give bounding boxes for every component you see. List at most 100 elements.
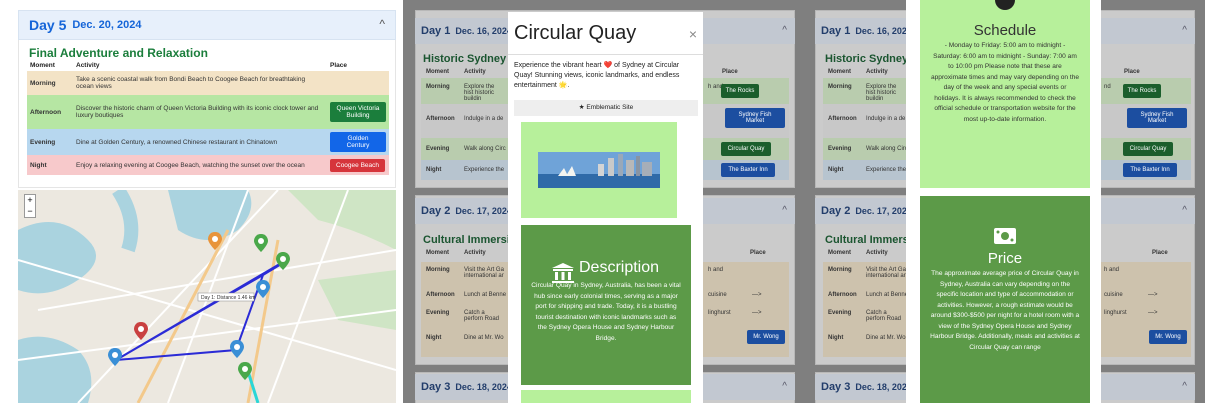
- place-button[interactable]: Mr. Wong: [1149, 330, 1187, 344]
- moment-label: Morning: [828, 267, 852, 273]
- place-button[interactable]: Mr. Wong: [747, 330, 785, 344]
- activity-text: Explore the hist historic buildin: [464, 84, 495, 102]
- schedule-text: - Monday to Friday: 5:00 am to midnight …: [930, 42, 1080, 123]
- clock-icon: [995, 0, 1015, 10]
- day-title: Day 1: [421, 25, 451, 37]
- col-moment: Moment: [30, 62, 55, 69]
- place-button[interactable]: The Baxter Inn: [1123, 163, 1177, 177]
- day-title: Day 5: [29, 17, 67, 33]
- moment-label: Morning: [828, 84, 852, 90]
- col-activity: Activity: [866, 69, 888, 75]
- moment-label: Evening: [426, 146, 450, 152]
- chevron-up-icon[interactable]: ^: [1182, 25, 1187, 36]
- itinerary-panel: Day 5 Dec. 20, 2024 ^ Final Adventure an…: [0, 0, 403, 403]
- place-button[interactable]: Circular Quay: [1123, 142, 1173, 156]
- place-button[interactable]: The Baxter Inn: [721, 163, 775, 177]
- description-card: Description Circular Quay in Sydney, Aus…: [521, 225, 691, 385]
- activity-text: Lunch at Benne: [866, 292, 909, 298]
- arrow-text: —>: [752, 310, 762, 316]
- place-button[interactable]: The Rocks: [721, 84, 759, 98]
- day-theme: Cultural Immersio: [423, 234, 517, 246]
- chevron-up-icon[interactable]: ^: [782, 25, 787, 36]
- place-modal: Circular Quay × Experience the vibrant h…: [508, 12, 703, 403]
- map-marker-icon[interactable]: [208, 232, 222, 250]
- map-marker-icon[interactable]: [238, 362, 252, 380]
- col-moment: Moment: [828, 69, 851, 75]
- moment-label: Afternoon: [828, 292, 857, 298]
- modal-title: Circular Quay: [514, 22, 637, 44]
- moment-label: Morning: [426, 84, 450, 90]
- activity-text: Catch a perforn Road: [464, 310, 500, 322]
- route-map[interactable]: Day 1: Distance 1.46 km + −: [18, 190, 396, 403]
- day-card-body: Final Adventure and Relaxation Moment Ac…: [18, 40, 396, 188]
- chevron-up-icon[interactable]: ^: [1182, 381, 1187, 392]
- day-title: Day 2: [821, 205, 851, 217]
- moment-label: Night: [30, 161, 47, 169]
- place-button[interactable]: Golden Century: [330, 132, 386, 152]
- col-place: Place: [1124, 69, 1140, 75]
- place-button[interactable]: Sydney Fish Market: [725, 108, 785, 128]
- money-icon: [994, 228, 1016, 244]
- day-date: Dec. 16, 2024: [855, 26, 912, 36]
- col-place: Place: [750, 250, 766, 256]
- arrow-text: —>: [1148, 292, 1158, 298]
- col-activity: Activity: [464, 250, 486, 256]
- map-marker-icon[interactable]: [134, 322, 148, 340]
- activity-text: cuisine: [1104, 292, 1123, 298]
- col-activity: Activity: [76, 62, 100, 69]
- star-icon: ★: [578, 104, 585, 111]
- day-date: Dec. 20, 2024: [72, 19, 142, 31]
- moment-label: Afternoon: [30, 108, 62, 116]
- table-row: Night Enjoy a relaxing evening at Coogee…: [27, 155, 389, 175]
- moment-label: Morning: [30, 79, 56, 87]
- activity-text: h and: [708, 267, 724, 273]
- chevron-up-icon[interactable]: ^: [379, 17, 385, 31]
- modal-intro: Experience the vibrant heart ❤️ of Sydne…: [514, 62, 680, 89]
- day-title: Day 1: [821, 25, 851, 37]
- schedule-card: Schedule - Monday to Friday: 5:00 am to …: [920, 0, 1090, 188]
- place-button[interactable]: Queen Victoria Building: [330, 102, 386, 122]
- modal-panel-description: Day 1 Dec. 16, 2024 ^ Historic Sydney D …: [403, 0, 803, 403]
- activity-text: h and: [1104, 267, 1120, 273]
- map-marker-icon[interactable]: [256, 280, 270, 298]
- activity-text: Indulge in a de: [464, 116, 504, 122]
- chevron-up-icon[interactable]: ^: [1182, 205, 1187, 216]
- activity-text: Explore the hist historic buildin: [866, 84, 897, 102]
- chevron-up-icon[interactable]: ^: [782, 205, 787, 216]
- schedule-title: Schedule: [973, 22, 1037, 39]
- activity-text: Indulge in a de: [866, 116, 906, 122]
- zoom-in-button[interactable]: +: [25, 195, 35, 206]
- zoom-out-button[interactable]: −: [25, 206, 35, 217]
- moment-label: Afternoon: [828, 116, 857, 122]
- photo-card: [521, 122, 677, 218]
- map-marker-icon[interactable]: [276, 252, 290, 270]
- activity-text: Experience the: [866, 167, 907, 173]
- map-marker-icon[interactable]: [108, 348, 122, 366]
- activity-text: Visit the Art Ga international ar: [866, 267, 906, 279]
- map-marker-icon[interactable]: [254, 234, 268, 252]
- map-marker-icon[interactable]: [230, 340, 244, 358]
- price-title: Price: [987, 250, 1023, 267]
- place-modal: Schedule - Monday to Friday: 5:00 am to …: [906, 0, 1101, 403]
- activity-text: Lunch at Benne: [464, 292, 507, 298]
- moment-label: Night: [828, 335, 844, 341]
- place-button[interactable]: Sydney Fish Market: [1127, 108, 1187, 128]
- map-canvas[interactable]: Day 1: Distance 1.46 km: [18, 190, 396, 403]
- activity-text: Dine at Mr. Wo: [464, 335, 504, 341]
- moment-label: Afternoon: [426, 292, 455, 298]
- place-button[interactable]: Coogee Beach: [330, 158, 386, 172]
- moment-label: Evening: [828, 310, 852, 316]
- place-button[interactable]: Circular Quay: [721, 142, 771, 156]
- col-moment: Moment: [426, 250, 449, 256]
- emblematic-badge: ★ Emblematic Site: [514, 100, 698, 116]
- col-activity: Activity: [866, 250, 888, 256]
- chevron-up-icon[interactable]: ^: [782, 381, 787, 392]
- day-date: Dec. 16, 2024: [455, 26, 512, 36]
- moment-label: Evening: [30, 138, 56, 146]
- place-button[interactable]: The Rocks: [1123, 84, 1161, 98]
- zoom-control[interactable]: + −: [24, 194, 36, 218]
- close-button[interactable]: ×: [689, 26, 697, 42]
- day-accordion-header[interactable]: Day 5 Dec. 20, 2024 ^: [18, 10, 396, 40]
- description-text: Circular Quay in Sydney, Australia, has …: [531, 282, 681, 342]
- bank-icon: [552, 263, 574, 283]
